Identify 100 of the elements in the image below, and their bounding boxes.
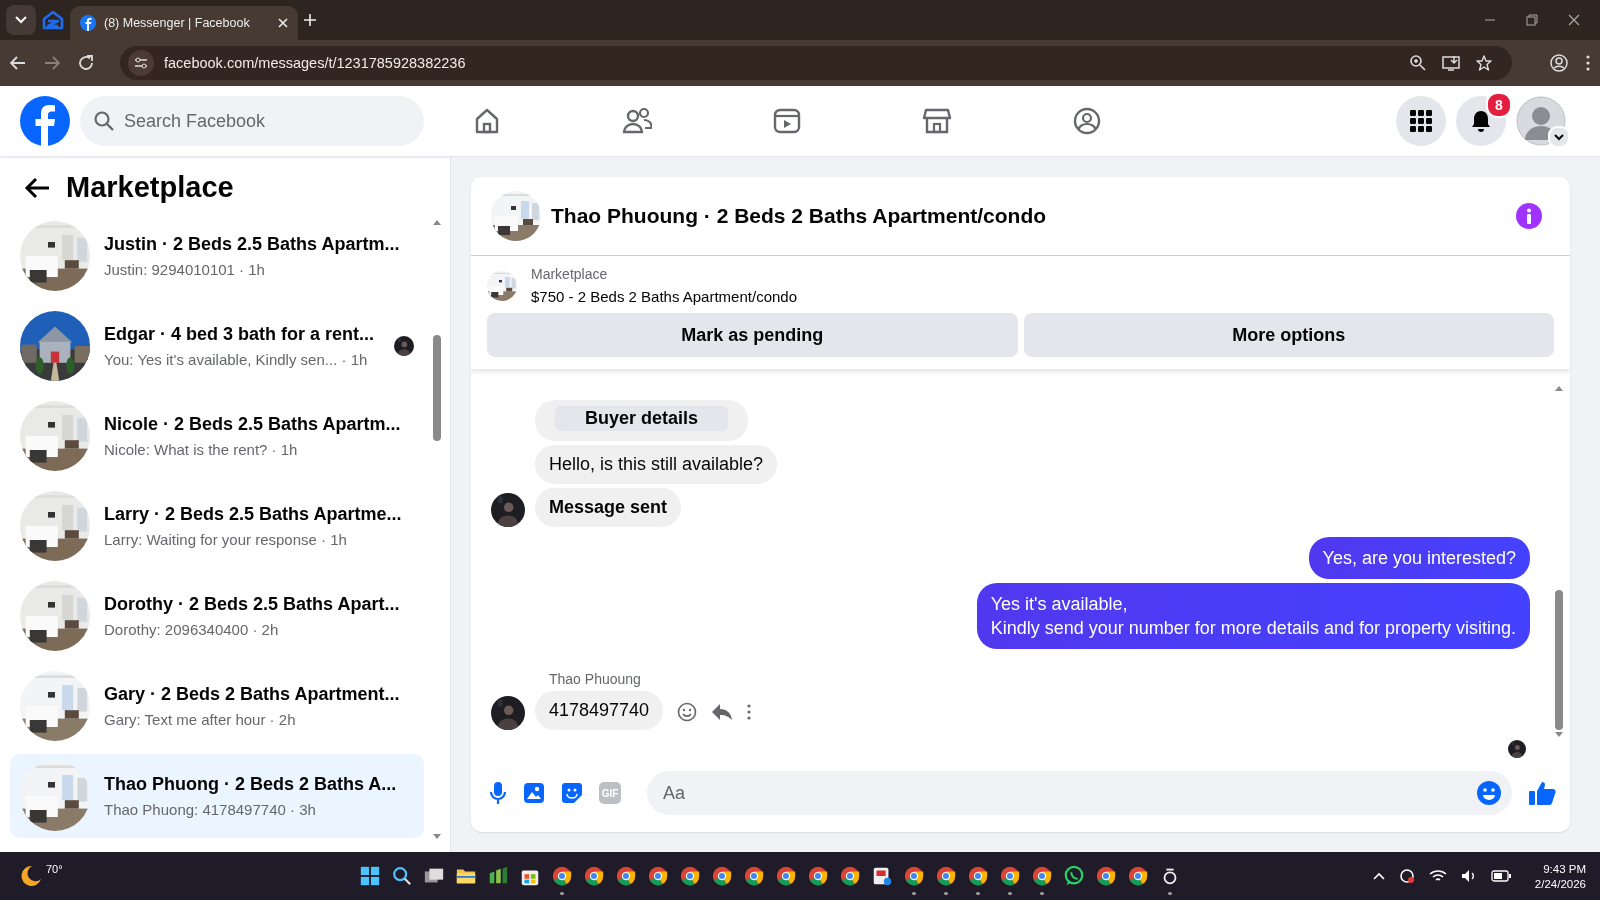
- browser-icon[interactable]: [967, 865, 989, 887]
- conversation-item[interactable]: Dorothy · 2 Beds 2.5 Baths Apart... Dorothy: 2096340400 · 2h: [10, 574, 424, 658]
- conversation-item[interactable]: Nicole · 2 Beds 2.5 Baths Apartm... Nicole: What is the rent? · 1h: [10, 394, 424, 478]
- site-settings-button[interactable]: [128, 50, 154, 76]
- zoom-in-icon[interactable]: [1410, 55, 1426, 71]
- browser-icon[interactable]: [999, 865, 1021, 887]
- browser-icon[interactable]: [647, 865, 669, 887]
- browser-icon[interactable]: [1127, 865, 1149, 887]
- sync-icon[interactable]: [1398, 868, 1415, 884]
- running-indicator: [976, 892, 980, 895]
- chevron-down-icon: [15, 16, 27, 24]
- browser-icon[interactable]: [1095, 865, 1117, 887]
- chevron-down-icon: [1554, 133, 1564, 141]
- buyer-details-button[interactable]: Buyer details: [555, 406, 729, 431]
- chevron-up-icon[interactable]: [1372, 872, 1385, 880]
- browser-icon[interactable]: [839, 865, 861, 887]
- browser-icon[interactable]: [775, 865, 797, 887]
- sidebar-title: Marketplace: [66, 171, 234, 204]
- menu-button[interactable]: [1396, 96, 1446, 146]
- back-arrow-icon[interactable]: [24, 176, 50, 199]
- conversation-item[interactable]: Justin · 2 Beds 2.5 Baths Apartm... Justin: 9294010101 · 1h: [10, 214, 424, 298]
- facebook-logo-icon: [80, 15, 96, 31]
- message-field[interactable]: Aa: [647, 771, 1512, 815]
- conversation-title: Thao Phuoung · 2 Beds 2 Baths Apartment/condo: [551, 204, 1048, 228]
- browser-icon[interactable]: [583, 865, 605, 887]
- running-indicator: [944, 892, 948, 895]
- browser-icon[interactable]: [807, 865, 829, 887]
- browser-icon[interactable]: [711, 865, 733, 887]
- message-bubble: Hello, is this still available?: [535, 445, 778, 484]
- conversation-title: Nicole · 2 Beds 2.5 Baths Apartm...: [104, 414, 402, 435]
- search-field[interactable]: Search Facebook: [80, 96, 424, 146]
- facebook-logo-icon[interactable]: [20, 96, 70, 146]
- install-app-icon[interactable]: [1442, 55, 1460, 71]
- house-logo-icon[interactable]: [42, 10, 64, 30]
- more-icon[interactable]: [747, 704, 752, 720]
- sticker-icon[interactable]: [561, 782, 583, 804]
- running-indicator: [560, 892, 564, 895]
- image-icon[interactable]: [523, 782, 545, 804]
- conversation-item[interactable]: Edgar · 4 bed 3 bath for a rent... You: Yes it's available, Kindly sen... · 1h: [10, 304, 424, 388]
- listing-action-button[interactable]: Mark as pending: [487, 313, 1018, 357]
- conversation-title: Thao Phuong · 2 Beds 2 Baths A...: [104, 774, 398, 795]
- battery-icon[interactable]: [1490, 870, 1511, 882]
- message-bubble: Message sent: [535, 488, 682, 527]
- thumbs-up-icon[interactable]: [1528, 780, 1556, 806]
- windows-icon[interactable]: [359, 865, 381, 887]
- chat-bubble-icon[interactable]: [1063, 865, 1085, 887]
- restore-icon[interactable]: [1526, 14, 1538, 26]
- star-icon[interactable]: [1476, 55, 1492, 71]
- new-tab-icon[interactable]: [304, 14, 316, 26]
- microphone-icon[interactable]: [489, 781, 507, 805]
- message-bubble: Yes, are you interested?: [1308, 537, 1530, 579]
- sender-name: Thao Phuoung: [548, 671, 642, 687]
- conversation-item[interactable]: Thao Phuong · 2 Beds 2 Baths A... Thao Phuong: 4178497740 · 3h: [10, 754, 424, 838]
- message-preview: You: Yes it's available, Kindly sen... · 1h: [104, 351, 369, 368]
- volume-icon[interactable]: [1460, 869, 1477, 883]
- conversation-title: Dorothy · 2 Beds 2.5 Baths Apart...: [104, 594, 401, 615]
- more-icon[interactable]: [1586, 55, 1590, 71]
- listing-action-button[interactable]: More options: [1023, 313, 1554, 357]
- wifi-icon[interactable]: [1428, 869, 1447, 883]
- listing-title: $750 - 2 Beds 2 Baths Apartment/condo: [531, 288, 797, 305]
- tab-title: (8) Messenger | Facebook: [104, 16, 251, 30]
- browser-icon[interactable]: [903, 865, 925, 887]
- document-app-icon[interactable]: [871, 865, 893, 887]
- browser-icon[interactable]: [743, 865, 765, 887]
- browser-icon[interactable]: [935, 865, 957, 887]
- listing-label: Marketplace: [531, 266, 609, 282]
- conversation-title: Justin · 2 Beds 2.5 Baths Apartm...: [104, 234, 401, 255]
- message-preview: Dorothy: 2096340400 · 2h: [104, 621, 280, 638]
- running-indicator: [912, 892, 916, 895]
- friends-icon[interactable]: [622, 106, 652, 136]
- message-bubble: Yes it's available, Kindly send your number for more details and for property visiting.: [976, 583, 1530, 649]
- close-icon[interactable]: [1568, 14, 1580, 26]
- browser-icon[interactable]: [1031, 865, 1053, 887]
- reply-icon[interactable]: [711, 703, 734, 721]
- gaming-icon[interactable]: [1072, 106, 1102, 136]
- video-icon[interactable]: [772, 106, 802, 136]
- message-preview: Larry: Waiting for your response · 1h: [104, 531, 348, 548]
- browser-icon[interactable]: [551, 865, 573, 887]
- back-icon[interactable]: [10, 56, 26, 70]
- info-icon[interactable]: [1516, 203, 1542, 229]
- bell-icon: [1470, 109, 1492, 133]
- clock-time[interactable]: 9:43 PM: [1543, 862, 1586, 875]
- account-icon[interactable]: [1550, 54, 1568, 72]
- clock-date[interactable]: 2/24/2026: [1534, 877, 1586, 890]
- conversation-title: Larry · 2 Beds 2.5 Baths Apartme...: [104, 504, 403, 525]
- conversation-title: Edgar · 4 bed 3 bath for a rent...: [104, 324, 376, 345]
- grid-icon: [1410, 110, 1432, 132]
- emoji-icon[interactable]: [1476, 780, 1502, 806]
- browser-icon[interactable]: [615, 865, 637, 887]
- search-icon[interactable]: [391, 865, 413, 887]
- browser-icon[interactable]: [679, 865, 701, 887]
- forward-icon[interactable]: [44, 56, 60, 70]
- storefront-icon[interactable]: [922, 106, 952, 136]
- smiley-icon[interactable]: [677, 702, 698, 722]
- tab-list-button[interactable]: [6, 5, 36, 35]
- browser-tab[interactable]: (8) Messenger | Facebook: [70, 6, 298, 40]
- conversation-item[interactable]: Gary · 2 Beds 2 Baths Apartment... Gary: Text me after hour · 2h: [10, 664, 424, 748]
- conversation-item[interactable]: Larry · 2 Beds 2.5 Baths Apartme... Larry: Waiting for your response · 1h: [10, 484, 424, 568]
- reload-icon[interactable]: [78, 55, 94, 71]
- sliders-icon: [134, 57, 148, 69]
